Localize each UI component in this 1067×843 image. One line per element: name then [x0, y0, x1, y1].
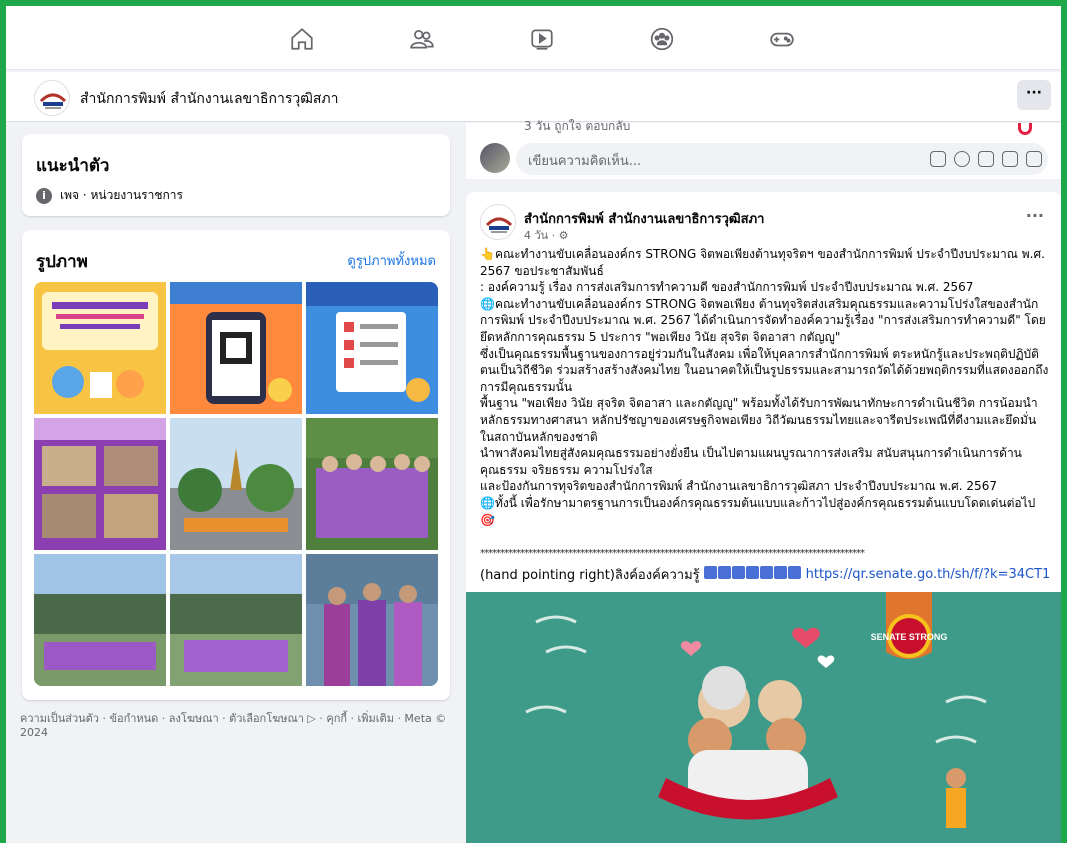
friends-icon[interactable]: [408, 26, 436, 52]
photo-thumbnail[interactable]: [306, 282, 438, 414]
comment-meta: 3 วัน ถูกใจ ตอบกลับ: [524, 119, 631, 133]
avatar-sticker-icon[interactable]: [930, 151, 946, 167]
post-line: ซึ่งเป็นคุณธรรมพื้นฐานของการอยู่ร่วมกันใ…: [480, 346, 1049, 394]
page-avatar[interactable]: [34, 80, 70, 116]
photo-thumbnail[interactable]: [306, 418, 438, 550]
key-emoji-icons: [703, 566, 802, 583]
more-options-button[interactable]: ···: [1017, 80, 1051, 110]
poster-badge: SENATE STRONG: [871, 632, 948, 642]
page-category-row: i เพจ · หน่วยงานราชการ: [36, 186, 183, 205]
link-prefix: (hand pointing right)ลิงค์องค์ความรู้: [480, 568, 700, 583]
post-line: 👆คณะทำงานขับเคลื่อนองค์กร STRONG จิตพอเพ…: [480, 247, 1045, 278]
intro-title: แนะนำตัว: [36, 156, 110, 176]
post-image[interactable]: SENATE STRONG: [466, 592, 1061, 843]
post-line: 🌐ทั้งนี้ เพื่อรักษามาตรฐานการเป็นองค์กรค…: [480, 495, 1036, 527]
screenshot-frame: สำนักการพิมพ์ สำนักงานเลขาธิการวุฒิสภา ·…: [0, 0, 1067, 843]
photo-thumbnail[interactable]: [34, 418, 166, 550]
photo-thumbnail[interactable]: [306, 554, 438, 686]
post-line: 🌐คณะทำงานขับเคลื่อนองค์กร STRONG จิตพอเพ…: [480, 296, 1046, 344]
gif-icon[interactable]: [1002, 151, 1018, 167]
page-category: เพจ · หน่วยงานราชการ: [60, 188, 183, 202]
photos-card: รูปภาพ ดูรูปภาพทั้งหมด: [22, 230, 450, 700]
see-all-photos-link[interactable]: ดูรูปภาพทั้งหมด: [347, 250, 436, 271]
photo-thumbnail[interactable]: [34, 282, 166, 414]
intro-card: แนะนำตัว i เพจ · หน่วยงานราชการ: [22, 134, 450, 216]
photo-thumbnail[interactable]: [170, 282, 302, 414]
comment-area: 3 วัน ถูกใจ ตอบกลับ เขียนความคิดเห็น...: [466, 119, 1061, 179]
top-navigation: [6, 6, 1061, 70]
photo-grid: [34, 282, 438, 686]
separator-stars: ****************************************…: [480, 548, 865, 559]
home-icon[interactable]: [288, 26, 316, 52]
post-line: พื้นฐาน "พอเพียง วินัย สุจริต จิตอาสา แล…: [480, 396, 1038, 444]
page-header-bar: สำนักการพิมพ์ สำนักงานเลขาธิการวุฒิสภา ·…: [6, 72, 1061, 122]
post-line: และป้องกันการทุจริตของสำนักการพิมพ์ สำนั…: [480, 479, 997, 494]
camera-icon[interactable]: [978, 151, 994, 167]
groups-icon[interactable]: [648, 26, 676, 52]
watch-icon[interactable]: [528, 26, 556, 52]
emoji-icon[interactable]: [954, 151, 970, 167]
footer-links[interactable]: ความเป็นส่วนตัว · ข้อกำหนด · ลงโฆษณา · ต…: [20, 712, 450, 740]
photos-title: รูปภาพ: [36, 252, 88, 272]
gaming-icon[interactable]: [768, 26, 796, 52]
post-line: นำพาสังคมไทยสู่สังคมคุณธรรมอย่างยั่งยืน …: [480, 446, 1022, 477]
knowledge-link-row: (hand pointing right)ลิงค์องค์ความรู้ ht…: [480, 564, 1050, 585]
photo-thumbnail[interactable]: [170, 554, 302, 686]
photo-thumbnail[interactable]: [34, 554, 166, 686]
post-card: สำนักการพิมพ์ สำนักงานเลขาธิการวุฒิสภา 4…: [466, 192, 1061, 843]
post-options-button[interactable]: ···: [1026, 206, 1044, 225]
sticker-icon[interactable]: [1026, 151, 1042, 167]
post-author-avatar[interactable]: [480, 204, 516, 240]
reaction-icon: [1018, 123, 1032, 135]
post-timestamp[interactable]: 4 วัน · ⚙: [524, 226, 569, 244]
post-line: : องค์ความรู้ เรื่อง การส่งเสริมการทำควา…: [480, 280, 974, 295]
photo-thumbnail[interactable]: [170, 418, 302, 550]
comment-tools: [930, 151, 1042, 167]
knowledge-link[interactable]: https://qr.senate.go.th/sh/f/?k=34CT1: [806, 567, 1051, 582]
info-icon: i: [36, 187, 52, 204]
user-avatar: [480, 143, 510, 173]
post-text: 👆คณะทำงานขับเคลื่อนองค์กร STRONG จิตพอเพ…: [480, 246, 1050, 528]
page-name[interactable]: สำนักการพิมพ์ สำนักงานเลขาธิการวุฒิสภา: [80, 88, 339, 110]
